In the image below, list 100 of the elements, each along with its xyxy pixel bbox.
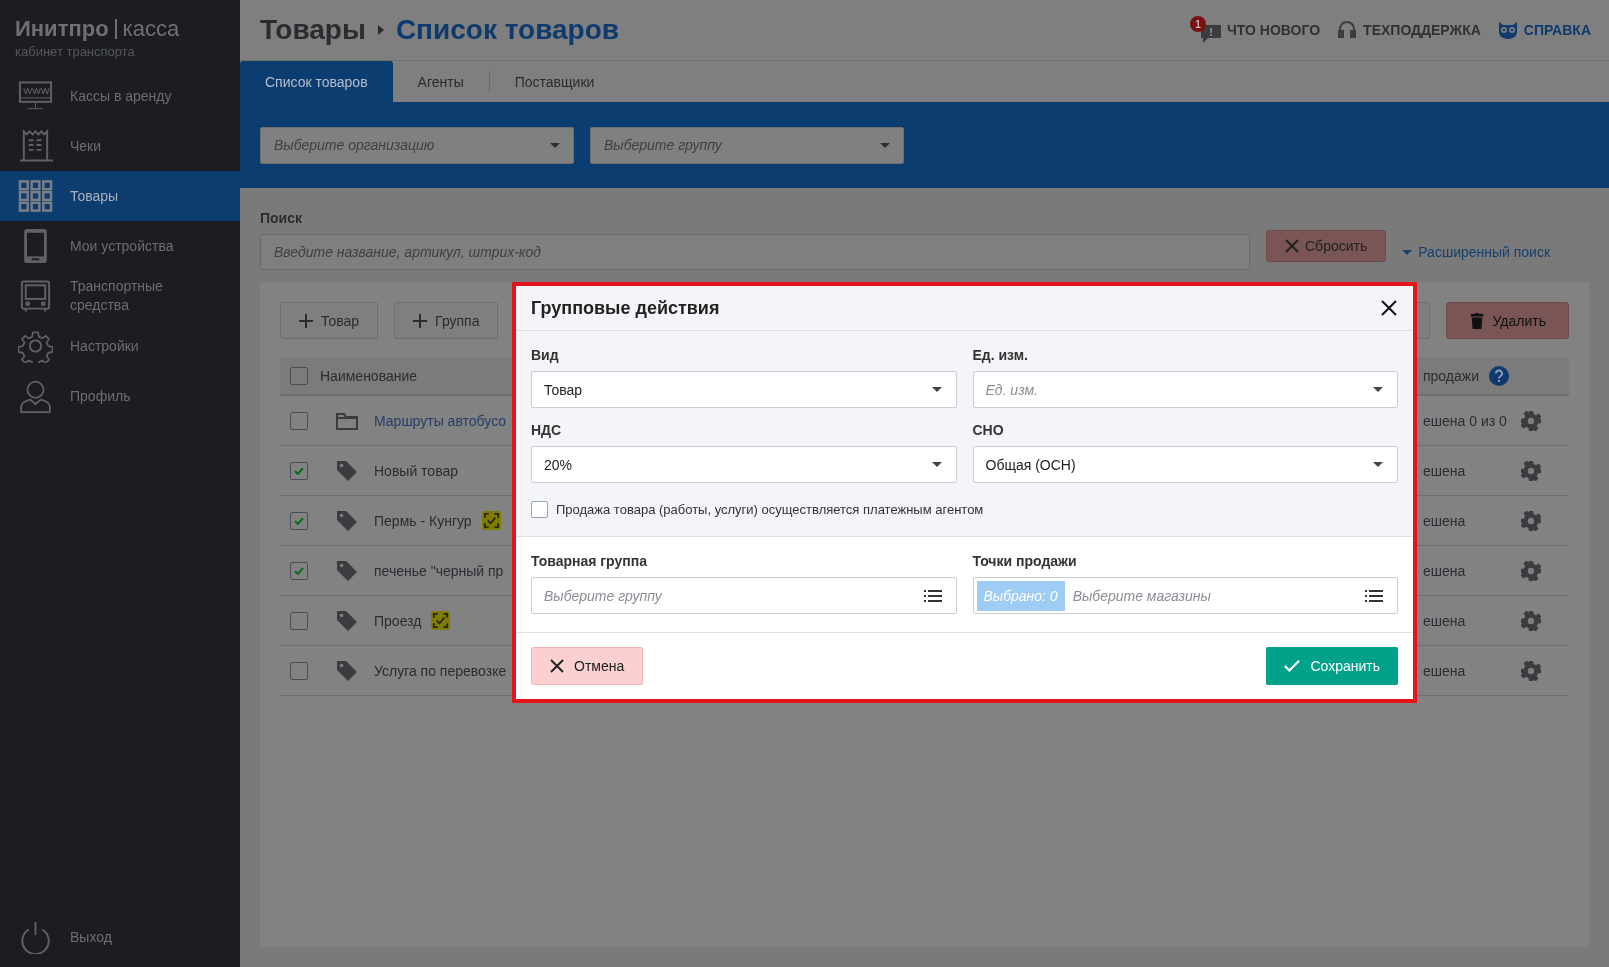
grid-icon — [18, 179, 53, 213]
check-icon — [294, 466, 304, 475]
gear-icon — [18, 329, 53, 363]
headset-icon — [1336, 20, 1359, 40]
delete-button[interactable]: Удалить — [1445, 302, 1569, 339]
header-link[interactable]: ТЕХПОДДЕРЖКА — [1336, 20, 1481, 40]
select-field[interactable]: 20% — [531, 446, 957, 483]
product-name: Проезд — [374, 612, 422, 629]
select-field[interactable]: Ед. изм. — [972, 371, 1398, 408]
search-field[interactable]: Введите название, артикул, штрих-код — [260, 234, 1250, 270]
checkbox[interactable] — [290, 461, 308, 480]
check-icon — [1284, 658, 1301, 674]
table-cell-text: ешена — [1423, 462, 1467, 479]
breadcrumb-parent[interactable]: Товары — [260, 14, 366, 46]
check-icon — [294, 566, 304, 575]
table-cell-text: ешена — [1423, 512, 1467, 529]
tab[interactable]: Список товаров — [240, 61, 393, 102]
dropdown-caret-icon — [931, 462, 942, 467]
dropdown-caret-icon — [880, 142, 890, 148]
checkbox-label[interactable]: Продажа товара (работы, услуги) осуществляется платежным агентом — [556, 502, 984, 517]
sidebar-item[interactable]: Профиль — [0, 371, 240, 421]
tag-icon — [336, 510, 358, 531]
brand-name: Инитпро — [15, 16, 109, 42]
folder-icon — [336, 410, 358, 431]
sidebar-item[interactable]: Чеки — [0, 121, 240, 171]
select-field[interactable]: Общая (ОСН) — [972, 446, 1398, 483]
table-cell-text: ешена — [1423, 612, 1467, 629]
field-label: Точки продажи — [972, 553, 1077, 569]
trash-icon — [1468, 312, 1485, 329]
cancel-button[interactable]: Отмена — [531, 647, 644, 685]
sidebar-item[interactable]: Товары — [0, 171, 240, 221]
modal-title: Групповые действия — [531, 297, 720, 319]
reset-button[interactable]: Сбросить — [1266, 230, 1387, 262]
search-label: Поиск — [260, 210, 303, 226]
sidebar-item[interactable]: Транспортные средства — [0, 271, 240, 321]
tab[interactable]: Агенты — [392, 61, 489, 102]
sidebar-item[interactable]: Настройки — [0, 321, 240, 371]
product-name[interactable]: Маршруты автобусо — [374, 412, 507, 429]
tag-icon — [336, 660, 358, 681]
save-button[interactable]: Сохранить — [1266, 647, 1398, 685]
sidebar-item[interactable]: Мои устройства — [0, 221, 240, 271]
caret-icon — [377, 25, 384, 35]
advanced-search-link[interactable]: Расширенный поиск — [1402, 244, 1551, 260]
checkbox[interactable] — [290, 661, 308, 680]
settings-icon[interactable] — [1521, 460, 1541, 481]
close-icon — [550, 659, 564, 673]
checkbox[interactable] — [290, 511, 308, 530]
field-label: Вид — [531, 347, 559, 363]
table-cell-text: ешена 0 из 0 — [1423, 412, 1508, 429]
checkbox[interactable] — [531, 501, 548, 518]
page-title: Список товаров — [395, 14, 619, 46]
close-icon — [1285, 239, 1299, 253]
field-label: НДС — [531, 422, 562, 438]
owl-icon — [1496, 20, 1519, 40]
column-header[interactable]: Наименование — [320, 367, 418, 384]
plus-icon — [413, 313, 428, 328]
header-link[interactable]: СПРАВКА — [1496, 20, 1591, 40]
brand-product: касса — [122, 16, 180, 42]
settings-icon[interactable] — [1521, 560, 1541, 581]
product-name: Услуга по перевозке — [374, 662, 507, 679]
sidebar-item[interactable]: Кассы в аренду — [0, 71, 240, 121]
product-name: Новый товар — [374, 462, 458, 479]
settings-icon[interactable] — [1521, 410, 1541, 431]
tab[interactable]: Поставщики — [489, 61, 620, 102]
list-icon[interactable] — [923, 589, 942, 602]
person-icon — [18, 379, 53, 413]
check-icon — [294, 516, 304, 525]
product-name: печенье "черный пр — [374, 562, 504, 579]
receipt-icon — [18, 129, 53, 163]
checkbox[interactable] — [290, 611, 308, 630]
add-button[interactable]: Группа — [394, 302, 499, 339]
column-header[interactable]: продажи — [1423, 367, 1479, 384]
tag-icon — [336, 610, 358, 631]
table-cell-text: ешена — [1423, 562, 1467, 579]
filter-select[interactable]: Выберите организацию — [260, 126, 574, 164]
settings-icon[interactable] — [1521, 510, 1541, 531]
settings-icon[interactable] — [1521, 660, 1541, 681]
filter-select[interactable]: Выберите группу — [590, 126, 904, 164]
bus-icon — [18, 279, 53, 313]
help-icon[interactable] — [1489, 365, 1509, 386]
close-icon[interactable] — [1381, 300, 1397, 316]
chat-icon — [1199, 24, 1222, 44]
tag-icon — [336, 560, 358, 581]
plus-icon — [299, 313, 313, 328]
list-icon[interactable] — [1365, 589, 1383, 602]
checkbox[interactable] — [290, 411, 308, 430]
logout-item[interactable]: Выход — [0, 907, 240, 967]
checkbox[interactable] — [290, 561, 308, 580]
checkbox[interactable] — [290, 366, 308, 385]
field-label: Товарная группа — [531, 553, 647, 569]
dropdown-caret-icon — [931, 387, 942, 392]
add-button[interactable]: Товар — [280, 302, 379, 339]
shops-picker-field[interactable]: Выбрано: 0 Выберите магазины — [972, 577, 1398, 614]
group-picker-field[interactable]: Выберите группу — [531, 577, 957, 614]
product-name: Пермь - Кунгур — [374, 512, 472, 529]
brand-separator — [114, 19, 117, 39]
field-label: Ед. изм. — [972, 347, 1028, 363]
select-field[interactable]: Товар — [531, 371, 957, 408]
header-link[interactable]: 1 ЧТО НОВОГО — [1189, 16, 1321, 44]
settings-icon[interactable] — [1521, 610, 1541, 631]
